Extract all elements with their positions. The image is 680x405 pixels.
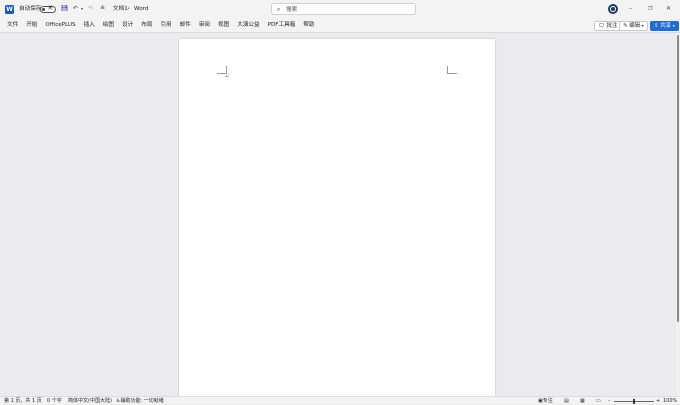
redo-icon[interactable]: ↷	[88, 5, 93, 13]
print-layout-icon[interactable]: ▦	[580, 397, 585, 405]
restore-icon[interactable]: ❐	[648, 5, 652, 13]
autosave-toggle[interactable]: 关	[40, 6, 56, 13]
focus-mode-button[interactable]: ▣专注	[538, 397, 553, 405]
tab-design[interactable]: 设计	[118, 21, 137, 31]
zoom-in-icon[interactable]: +	[656, 397, 660, 405]
tab-insert[interactable]: 插入	[80, 21, 99, 31]
document-page[interactable]: ↵	[179, 39, 495, 396]
autosave-label: 自动保存	[19, 6, 42, 12]
share-icon: ⇪	[654, 23, 659, 29]
editing-mode-button[interactable]: ✎ 编辑 ▾	[619, 21, 648, 31]
title-bar: W 自动保存 关 💾︎ ↶ ▾ ↷ ≚ 文档1 • Word ⌕ 搜索 – ❐ …	[0, 0, 680, 19]
tab-officeplus[interactable]: OfficePLUS	[41, 21, 79, 31]
autosave-state: 关	[48, 6, 53, 11]
comment-icon: 🗨︎	[598, 23, 605, 29]
tab-help[interactable]: 帮助	[299, 21, 318, 31]
language-indicator[interactable]: 简体中文(中国大陆)	[68, 397, 112, 405]
undo-icon[interactable]: ↶	[73, 5, 78, 13]
tab-references[interactable]: 引用	[156, 21, 175, 31]
chevron-down-icon: ▾	[672, 23, 675, 28]
account-avatar[interactable]	[608, 4, 618, 14]
comments-label: 批注	[606, 23, 618, 29]
zoom-level[interactable]: 100%	[663, 397, 677, 405]
undo-dropdown-icon[interactable]: ▾	[81, 5, 83, 13]
tab-home[interactable]: 开始	[22, 21, 41, 31]
document-filename: 文档1	[113, 6, 128, 12]
focus-label: 专注	[542, 397, 553, 404]
app-name: Word	[134, 6, 149, 12]
chevron-down-icon: ▾	[641, 23, 644, 28]
ribbon-tabs: 文件 开始 OfficePLUS 插入 绘图 设计 布局 引用 邮件 审阅 视图…	[0, 21, 319, 31]
tab-pdf-toolbox[interactable]: PDF工具箱	[264, 21, 300, 31]
tab-mailings[interactable]: 邮件	[176, 21, 195, 31]
comments-button[interactable]: 🗨︎ 批注	[594, 21, 622, 31]
read-mode-icon[interactable]: ▤	[564, 397, 569, 405]
page-count[interactable]: 第 1 页，共 1 页	[4, 397, 42, 405]
minimize-icon[interactable]: –	[629, 5, 632, 13]
save-icon[interactable]: 💾︎	[61, 5, 69, 13]
tab-charity[interactable]: 大演公益	[233, 21, 263, 31]
document-canvas[interactable]: ↵	[0, 33, 676, 396]
zoom-slider-handle[interactable]	[633, 398, 635, 404]
search-placeholder: 搜索	[286, 6, 298, 13]
zoom-slider[interactable]	[614, 398, 654, 404]
web-layout-icon[interactable]: ▭	[596, 397, 601, 405]
accessibility-status[interactable]: ♿︎辅助功能: 一切就绪	[116, 397, 164, 405]
tab-view[interactable]: 视图	[214, 21, 233, 31]
share-label: 共享	[660, 23, 672, 29]
title-separator: •	[127, 6, 131, 12]
search-icon: ⌕	[277, 6, 281, 13]
customize-toolbar-icon[interactable]: ≚	[100, 5, 105, 13]
status-bar: 第 1 页，共 1 页 0 个字 简体中文(中国大陆) ♿︎辅助功能: 一切就绪…	[0, 396, 680, 404]
word-app-icon: W	[5, 5, 14, 14]
tab-layout[interactable]: 布局	[137, 21, 156, 31]
search-box[interactable]: ⌕ 搜索	[271, 3, 416, 15]
tab-file[interactable]: 文件	[3, 21, 22, 31]
share-button[interactable]: ⇪ 共享 ▾	[650, 21, 679, 31]
globe-icon	[610, 6, 616, 12]
tab-draw[interactable]: 绘图	[99, 21, 118, 31]
zoom-out-icon[interactable]: –	[608, 397, 611, 405]
paragraph-mark: ↵	[225, 74, 230, 80]
close-icon[interactable]: ✕	[666, 5, 671, 13]
toggle-knob	[42, 8, 45, 11]
accessibility-label: 辅助功能: 一切就绪	[120, 397, 164, 404]
crop-mark-top-left	[217, 66, 227, 74]
word-count[interactable]: 0 个字	[47, 397, 62, 405]
editing-label: 编辑	[629, 23, 641, 29]
crop-mark-top-right	[447, 66, 457, 74]
vertical-scrollbar[interactable]	[676, 33, 680, 396]
pencil-icon: ✎	[623, 23, 628, 29]
tab-review[interactable]: 审阅	[195, 21, 214, 31]
scrollbar-thumb[interactable]	[677, 35, 679, 322]
